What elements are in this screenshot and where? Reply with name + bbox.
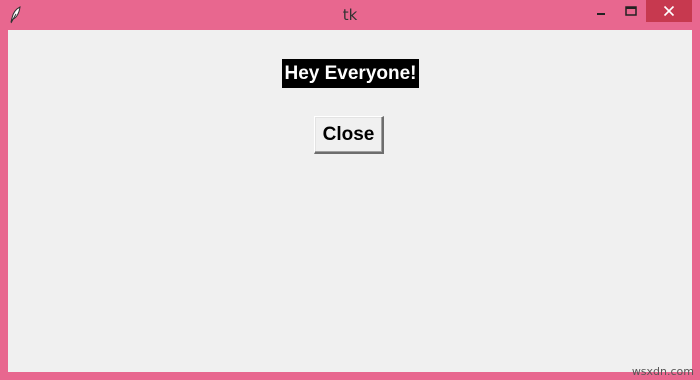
- greeting-label: Hey Everyone!: [282, 59, 419, 88]
- window-close-button[interactable]: [646, 0, 692, 22]
- close-icon: [663, 5, 675, 17]
- close-button[interactable]: Close: [314, 116, 384, 154]
- window-controls: [586, 0, 692, 22]
- minimize-icon: [597, 13, 605, 15]
- title-bar[interactable]: tk: [0, 0, 700, 30]
- minimize-button[interactable]: [586, 0, 616, 22]
- maximize-button[interactable]: [616, 0, 646, 22]
- watermark: wsxdn.com: [631, 365, 694, 378]
- app-window: tk Hey Everyone! Close wsxdn.com: [0, 0, 700, 380]
- window-client-area: Hey Everyone! Close: [8, 30, 692, 372]
- maximize-icon: [625, 6, 637, 16]
